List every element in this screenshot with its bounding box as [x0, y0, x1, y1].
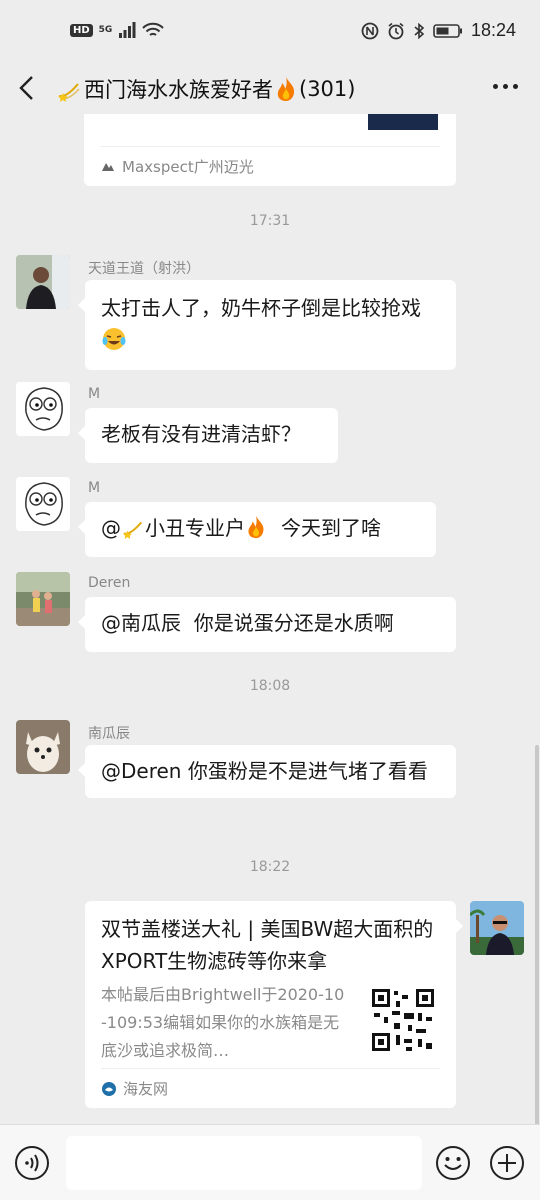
chat-header: 西门海水水族爱好者 (301)	[0, 62, 540, 114]
message-text: @南瓜辰 你是说蛋分还是水质啊	[101, 611, 394, 635]
time-separator: 18:22	[249, 859, 291, 875]
time-separator: 18:08	[249, 678, 291, 694]
alarm-icon	[388, 22, 404, 39]
message-bubble[interactable]: 老板有没有进清洁虾？	[78, 408, 338, 463]
link-source-name: 海友网	[123, 1080, 169, 1098]
avatar-image	[16, 720, 70, 774]
group-title: 西门海水水族爱好者 (301)	[56, 74, 355, 104]
voice-icon[interactable]	[14, 1145, 50, 1181]
avatar-image	[16, 572, 70, 626]
sender-name: M	[88, 480, 101, 496]
link-thumbnail	[368, 114, 438, 130]
sender-name: 天道王道（射洪）	[88, 261, 200, 277]
plus-icon[interactable]	[489, 1145, 525, 1181]
hd-badge: HD	[70, 23, 93, 37]
more-dot	[513, 84, 518, 89]
link-title: 双节盖楼送大礼 | 美国BW超大面积的XPORT生物滤砖等你来拿	[101, 917, 434, 973]
input-bar	[0, 1124, 540, 1200]
avatar-image	[16, 382, 70, 436]
sender-name: 南瓜辰	[88, 726, 130, 742]
back-arrow-icon[interactable]	[16, 74, 40, 102]
link-source: Maxspect广州迈光	[100, 146, 440, 186]
nfc-icon	[361, 22, 379, 39]
message-bubble[interactable]: @南瓜辰 你是说蛋分还是水质啊	[78, 597, 456, 652]
link-description: 本帖最后由Brightwell于2020-10-109:53编辑如果你的水族箱是…	[101, 985, 345, 1060]
sender-name: Deren	[88, 575, 131, 591]
more-dots-icon[interactable]	[493, 84, 518, 89]
mention-at: @	[101, 516, 121, 540]
signal-icon	[119, 22, 136, 38]
bluetooth-icon	[414, 22, 425, 39]
status-left: HD 5G	[70, 22, 165, 38]
dizzy-star-icon	[122, 521, 143, 539]
avatar-image	[16, 255, 70, 309]
dizzy-star-icon	[58, 83, 80, 102]
qr-code-image	[372, 989, 434, 1051]
avatar[interactable]	[16, 382, 70, 436]
chat-area[interactable]: Maxspect广州迈光 17:31 天道王道（射洪） 太打击人了，奶牛杯子倒是…	[0, 114, 540, 1124]
member-count: (301)	[299, 77, 356, 101]
shared-link-card[interactable]: 双节盖楼送大礼 | 美国BW超大面积的XPORT生物滤砖等你来拿 本帖最后由Br…	[85, 901, 463, 1108]
chat-scrollbar[interactable]	[535, 745, 539, 1125]
group-name: 西门海水水族爱好者	[84, 78, 273, 102]
time-separator: 17:31	[249, 213, 291, 229]
message-bubble[interactable]: @Deren 你蛋粉是不是进气堵了看看	[78, 745, 456, 798]
message-bubble[interactable]: @ 小丑专业户 今天到了啥	[78, 502, 436, 557]
message-text: 老板有没有进清洁虾？	[101, 422, 301, 446]
network-type: 5G	[98, 24, 113, 35]
link-source: 海友网	[101, 1068, 440, 1108]
status-right: 18:24	[361, 20, 516, 41]
avatar-image	[470, 901, 524, 955]
avatar[interactable]	[16, 255, 70, 309]
status-bar: HD 5G 18:24	[0, 0, 540, 62]
avatar[interactable]	[16, 477, 70, 531]
avatar[interactable]	[16, 572, 70, 626]
message-text: @Deren 你蛋粉是不是进气堵了看看	[101, 759, 428, 783]
message-input[interactable]	[66, 1136, 422, 1190]
emoji-icon[interactable]	[435, 1145, 471, 1181]
link-card-partial[interactable]: Maxspect广州迈光	[84, 114, 456, 186]
more-dot	[503, 84, 508, 89]
message-text: 太打击人了，奶牛杯子倒是比较抢戏	[101, 296, 421, 320]
fire-icon	[248, 515, 264, 539]
message-text: 今天到了啥	[281, 516, 381, 540]
crying-laughing-emoji-icon	[102, 328, 126, 350]
status-time: 18:24	[470, 20, 516, 40]
maxspect-logo-icon	[102, 162, 114, 171]
wifi-icon	[142, 22, 165, 36]
avatar-image	[16, 477, 70, 531]
sender-name: M	[88, 386, 101, 402]
haiyou-logo-icon	[102, 1081, 116, 1096]
message-bubble[interactable]: 太打击人了，奶牛杯子倒是比较抢戏	[78, 280, 456, 370]
battery-icon	[433, 23, 462, 38]
mention-name: 小丑专业户	[145, 516, 245, 540]
fire-icon	[277, 77, 295, 101]
more-dot	[493, 84, 498, 89]
avatar[interactable]	[16, 720, 70, 774]
link-source-name: Maxspect广州迈光	[122, 158, 254, 176]
my-avatar[interactable]	[470, 901, 524, 955]
